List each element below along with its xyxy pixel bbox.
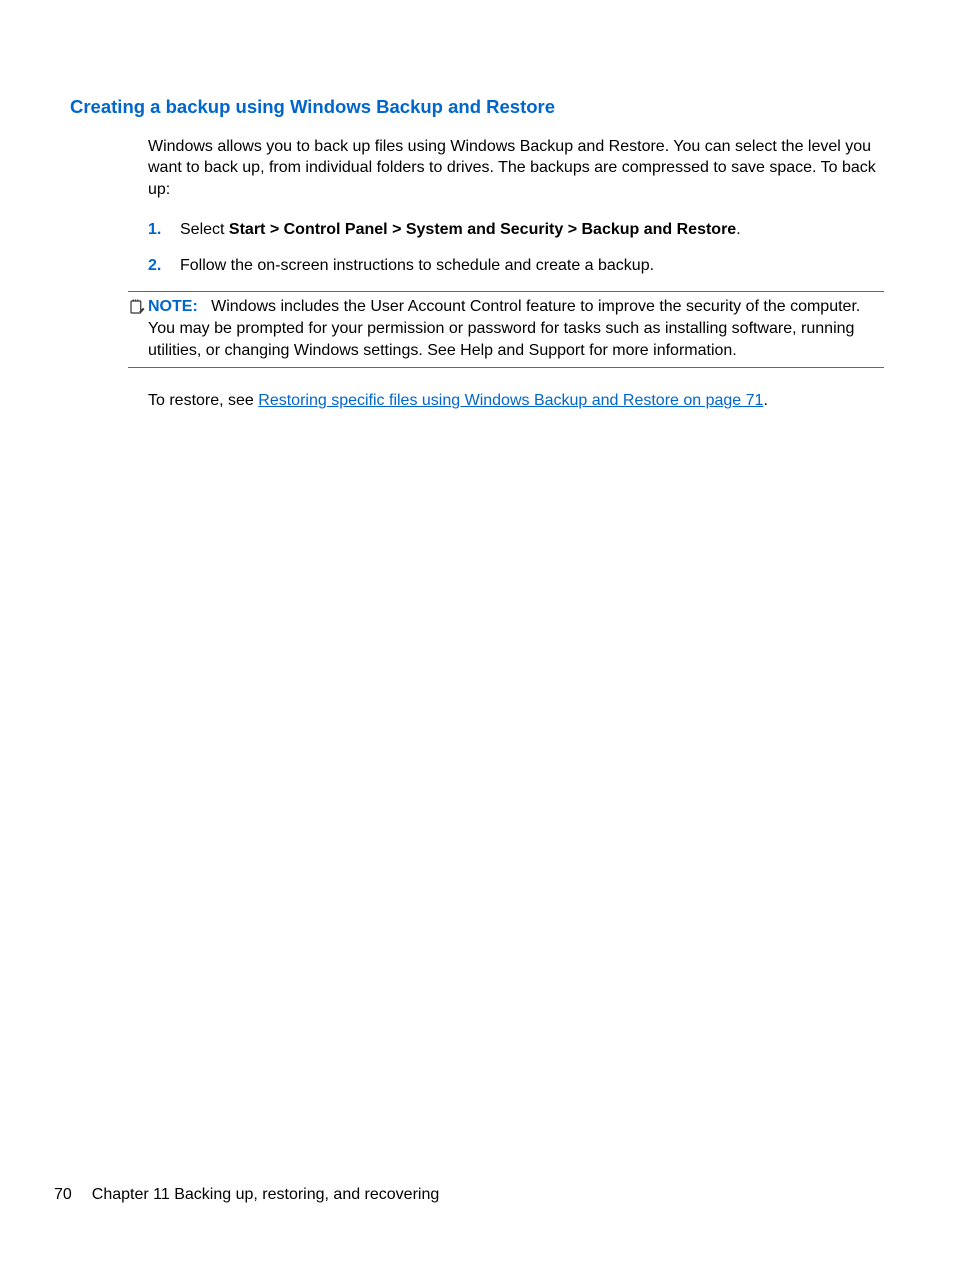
note-block: NOTE: Windows includes the User Account …	[128, 291, 884, 368]
restore-link[interactable]: Restoring specific files using Windows B…	[258, 392, 763, 409]
step-item: 2. Follow the on-screen instructions to …	[148, 255, 884, 277]
note-text: Windows includes the User Account Contro…	[148, 298, 860, 358]
step-bold-path: Start > Control Panel > System and Secur…	[229, 221, 736, 238]
restore-prefix: To restore, see	[148, 392, 258, 409]
step-number: 1.	[148, 219, 180, 241]
note-body: NOTE: Windows includes the User Account …	[148, 296, 884, 361]
step-number: 2.	[148, 255, 180, 277]
note-label: NOTE:	[148, 298, 198, 315]
page-footer: 70 Chapter 11 Backing up, restoring, and …	[54, 1184, 439, 1206]
intro-paragraph: Windows allows you to back up files usin…	[148, 136, 884, 201]
note-icon	[128, 298, 148, 323]
content-block: Windows allows you to back up files usin…	[148, 136, 884, 413]
step-item: 1. Select Start > Control Panel > System…	[148, 219, 884, 241]
step-prefix: Select	[180, 221, 229, 238]
section-heading: Creating a backup using Windows Backup a…	[70, 94, 884, 120]
step-suffix: .	[736, 221, 740, 238]
restore-paragraph: To restore, see Restoring specific files…	[148, 390, 884, 412]
steps-list: 1. Select Start > Control Panel > System…	[148, 219, 884, 278]
step-text: Select Start > Control Panel > System an…	[180, 219, 741, 241]
step-text: Follow the on-screen instructions to sch…	[180, 255, 654, 277]
page-number: 70	[54, 1186, 72, 1203]
restore-suffix: .	[763, 392, 767, 409]
step-prefix: Follow the on-screen instructions to sch…	[180, 257, 654, 274]
chapter-label: Chapter 11 Backing up, restoring, and re…	[92, 1186, 439, 1203]
